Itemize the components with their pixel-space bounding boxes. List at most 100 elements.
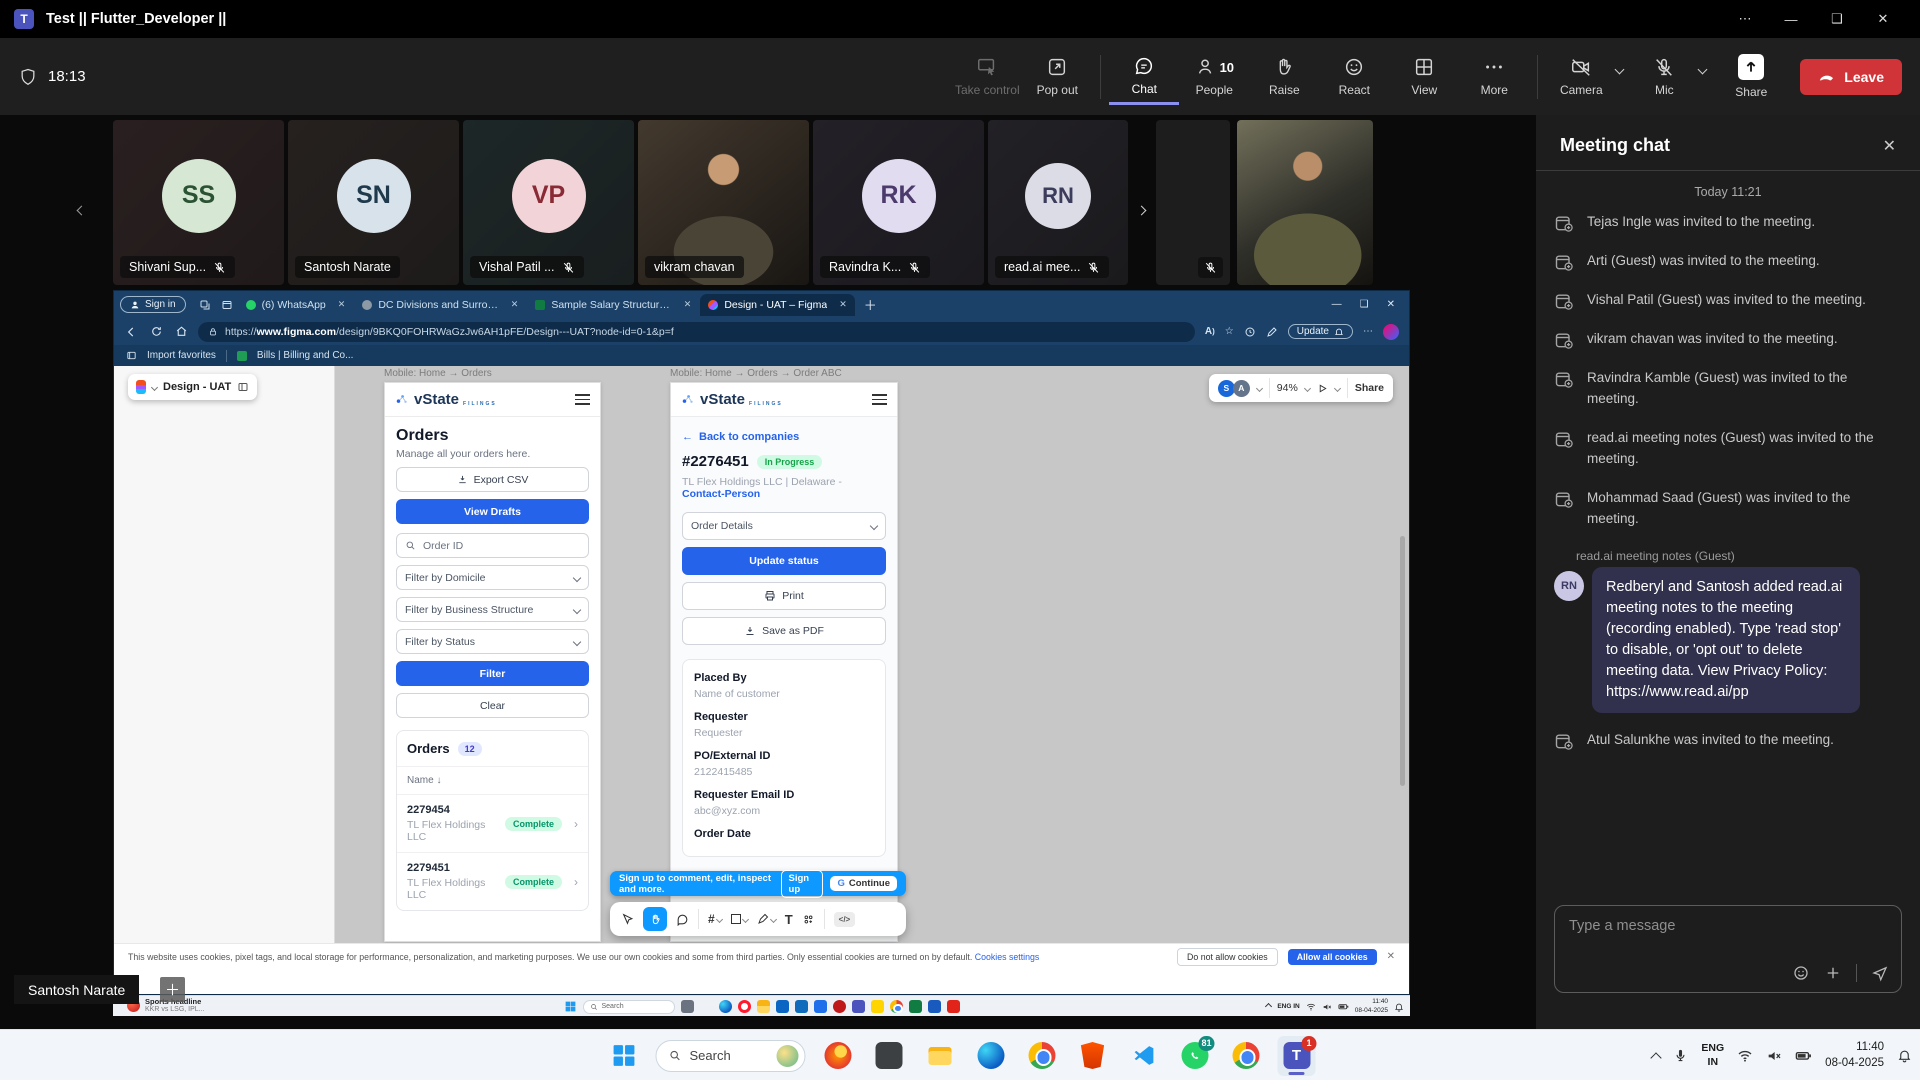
file-explorer-icon[interactable] — [757, 1000, 770, 1013]
shape-tool-icon[interactable] — [731, 914, 748, 924]
design-frame-order-detail[interactable]: vState FILINGS ← Back to companies #2276… — [670, 382, 898, 942]
frame-label[interactable]: Mobile: Home → Orders → Order ABC — [670, 368, 842, 379]
history-icon[interactable] — [1244, 326, 1256, 338]
tab-actions-icon[interactable] — [221, 299, 233, 311]
clock[interactable]: 11:40 08-04-2025 — [1825, 1040, 1884, 1071]
camera-button[interactable]: Camera — [1546, 50, 1616, 103]
chat-message-input[interactable]: Type a message — [1554, 905, 1902, 993]
export-csv-button[interactable]: Export CSV — [396, 467, 589, 492]
new-tab-button[interactable]: ＋ — [864, 295, 877, 314]
figma-share-button[interactable]: Share — [1355, 382, 1384, 394]
update-status-button[interactable]: Update status — [682, 547, 886, 575]
column-header-name[interactable]: Name ↓ — [397, 766, 588, 794]
people-button[interactable]: 10 People — [1179, 50, 1249, 103]
remote-teams-icon[interactable] — [852, 1000, 865, 1013]
start-button[interactable] — [605, 1036, 643, 1076]
send-icon[interactable] — [1871, 964, 1889, 982]
print-button[interactable]: Print — [682, 582, 886, 610]
notification-bell-icon[interactable] — [1897, 1048, 1912, 1063]
pop-out-button[interactable]: Pop out — [1022, 50, 1092, 103]
excel-icon[interactable] — [909, 1000, 922, 1013]
frame-label[interactable]: Mobile: Home → Orders — [384, 368, 492, 379]
taskbar-app-icon[interactable] — [870, 1036, 908, 1076]
taskbar-chrome-profile-icon[interactable] — [1227, 1036, 1265, 1076]
back-icon[interactable] — [124, 325, 138, 339]
order-row[interactable]: 2279451TL Flex Holdings LLC Complete › — [397, 852, 588, 910]
participant-tile-partial[interactable] — [1156, 120, 1230, 285]
taskbar-brave-icon[interactable] — [1074, 1036, 1112, 1076]
participant-tile-photo[interactable] — [1237, 120, 1373, 285]
allow-cookies-button[interactable]: Allow all cookies — [1288, 949, 1377, 965]
layout-panel-icon[interactable] — [237, 381, 249, 393]
opera-icon[interactable] — [738, 1000, 751, 1013]
read-aloud-icon[interactable]: A) — [1205, 326, 1215, 337]
browser-tab[interactable]: (6) WhatsApp✕ — [238, 294, 354, 316]
comment-tool-icon[interactable] — [676, 913, 689, 926]
participant-tile[interactable]: vikram chavan — [638, 120, 809, 285]
dev-mode-icon[interactable]: </> — [834, 912, 856, 927]
window-maximize-button[interactable]: ❑ — [1814, 0, 1860, 38]
wifi-icon[interactable] — [1737, 1048, 1753, 1064]
share-button[interactable]: Share — [1716, 48, 1786, 105]
browser-settings-dots-icon[interactable]: ⋯ — [1363, 326, 1373, 337]
hand-tool-icon-selected[interactable] — [643, 907, 667, 931]
figma-file-chip[interactable]: Design - UAT — [128, 374, 257, 400]
browser-signin-button[interactable]: Sign in — [120, 296, 186, 313]
chat-close-icon[interactable]: ✕ — [1883, 136, 1896, 156]
tab-close-icon[interactable]: ✕ — [839, 299, 847, 310]
browser-tab[interactable]: DC Divisions and Surroundings✕ — [354, 294, 526, 316]
browser-update-button[interactable]: Update — [1288, 324, 1353, 339]
remote-search-box[interactable]: Search — [583, 1000, 675, 1014]
copilot-icon[interactable] — [700, 1000, 713, 1013]
view-button[interactable]: View — [1389, 50, 1459, 103]
zoom-chevron[interactable] — [1304, 384, 1311, 391]
save-pdf-button[interactable]: Save as PDF — [682, 617, 886, 645]
participant-tile[interactable]: RK Ravindra K... — [813, 120, 984, 285]
acrobat-icon[interactable] — [947, 1000, 960, 1013]
taskbar-vscode-icon[interactable] — [1125, 1036, 1163, 1076]
remote-app-icon[interactable] — [681, 1000, 694, 1013]
window-minimize-button[interactable]: — — [1768, 0, 1814, 38]
mcafee-icon[interactable] — [833, 1000, 846, 1013]
filter-domicile-dropdown[interactable]: Filter by Domicile — [396, 565, 589, 590]
participant-tile[interactable]: SS Shivani Sup... — [113, 120, 284, 285]
emoji-icon[interactable] — [1792, 964, 1810, 982]
workspaces-icon[interactable] — [199, 299, 211, 311]
banner-signup-button[interactable]: Sign up — [781, 870, 824, 898]
filter-business-structure-dropdown[interactable]: Filter by Business Structure — [396, 597, 589, 622]
browser-tab[interactable]: Sample Salary Structure with calc✕ — [527, 294, 699, 316]
photos-icon[interactable] — [814, 1000, 827, 1013]
order-id-search-input[interactable]: Order ID — [396, 533, 589, 558]
actions-tool-icon[interactable] — [802, 913, 815, 926]
refresh-icon[interactable] — [150, 325, 163, 338]
order-details-dropdown[interactable]: Order Details — [682, 512, 886, 540]
tiles-scroll-right-button[interactable] — [1126, 188, 1156, 232]
attach-plus-icon[interactable] — [1824, 964, 1842, 982]
tray-hidden-icons-chevron[interactable] — [1651, 1052, 1662, 1063]
clear-button[interactable]: Clear — [396, 693, 589, 718]
move-tool-icon[interactable] — [621, 913, 634, 926]
edge-icon[interactable] — [719, 1000, 732, 1013]
url-bar[interactable]: https://www.figma.com/design/9BKQ0FOHRWa… — [198, 322, 1195, 342]
collaborators-chevron[interactable] — [1256, 384, 1263, 391]
participant-tile[interactable]: VP Vishal Patil ... — [463, 120, 634, 285]
tiles-scroll-left-button[interactable] — [66, 188, 96, 232]
mic-button[interactable]: Mic — [1629, 50, 1699, 103]
back-to-companies-link[interactable]: ← Back to companies — [682, 431, 886, 443]
remote-tray-chevron[interactable] — [1265, 1003, 1272, 1010]
participant-tile[interactable]: SN Santosh Narate — [288, 120, 459, 285]
camera-options-chevron[interactable] — [1615, 65, 1625, 75]
remote-language-indicator[interactable]: ENG IN — [1277, 1003, 1299, 1010]
browser-close-button[interactable]: ✕ — [1387, 299, 1395, 310]
react-button[interactable]: React — [1319, 50, 1389, 103]
favorite-star-icon[interactable]: ☆ — [1225, 326, 1234, 337]
window-close-button[interactable]: ✕ — [1860, 0, 1906, 38]
taskbar-firefox-icon[interactable] — [819, 1036, 857, 1076]
remote-start-button[interactable] — [564, 1000, 577, 1013]
chat-button[interactable]: Chat — [1109, 49, 1179, 105]
contact-person-link[interactable]: Contact-Person — [682, 488, 760, 500]
taskbar-chrome-icon[interactable] — [1023, 1036, 1061, 1076]
notification-bell-icon[interactable] — [1394, 1002, 1404, 1012]
zoom-level[interactable]: 94% — [1277, 382, 1298, 394]
wifi-icon[interactable] — [1306, 1002, 1316, 1012]
